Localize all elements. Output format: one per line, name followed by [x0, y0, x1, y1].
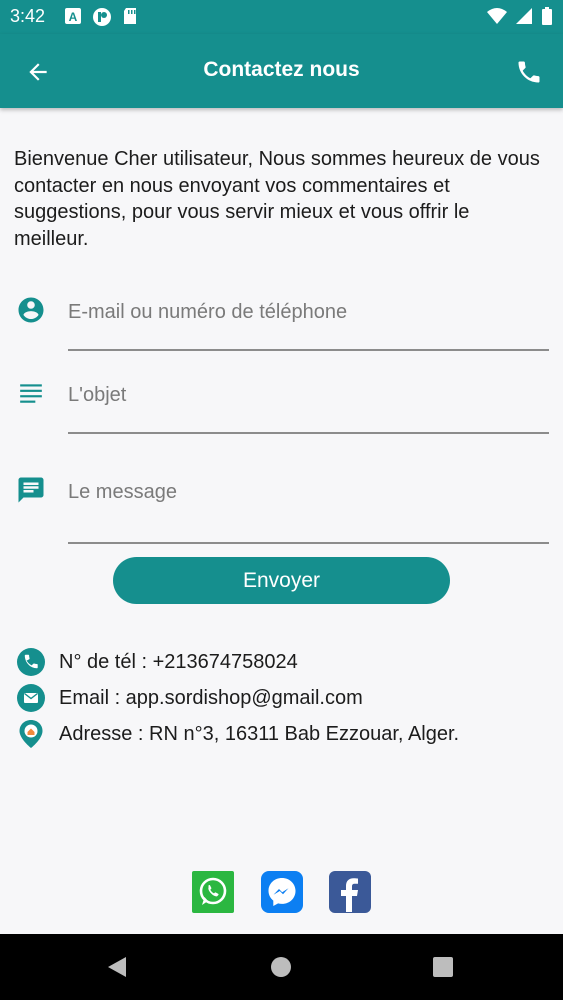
whatsapp-icon [199, 877, 227, 905]
a-badge-icon: A [65, 8, 81, 24]
status-time: 3:42 [10, 6, 46, 26]
contact-email-row: Email : app.sordishop@gmail.com [16, 683, 363, 713]
message-icon [14, 473, 48, 507]
contact-input[interactable] [68, 298, 549, 326]
phone-number-text: N° de tél : +213674758024 [59, 650, 298, 673]
message-input-underline [68, 542, 549, 544]
contact-input-underline [68, 349, 549, 351]
subject-input-underline [68, 432, 549, 434]
nav-home-button[interactable] [268, 954, 294, 980]
email-text: Email : app.sordishop@gmail.com [59, 686, 363, 709]
phone-icon [518, 61, 540, 83]
account-circle-icon [14, 293, 48, 327]
messenger-icon [268, 878, 296, 906]
home-circle-icon [271, 957, 291, 977]
subject-input[interactable] [68, 381, 549, 409]
facebook-button[interactable] [329, 871, 371, 913]
p-badge-icon [93, 8, 111, 26]
status-bar: 3:42 A [0, 0, 563, 34]
facebook-icon [341, 878, 358, 912]
page-title: Contactez nous [203, 58, 360, 81]
app-bar: Contactez nous [0, 34, 563, 108]
sd-card-icon [124, 8, 136, 24]
wifi-icon [487, 8, 507, 24]
welcome-message: Bienvenue Cher utilisateur, Nous sommes … [14, 148, 540, 250]
call-button[interactable] [509, 52, 549, 92]
svg-text:A: A [69, 10, 78, 24]
notification-icons: A [64, 7, 138, 27]
phone-circle-icon [16, 647, 46, 677]
system-icons [487, 7, 553, 25]
email-circle-icon [16, 683, 46, 713]
recents-square-icon [433, 957, 453, 977]
signal-icon [516, 8, 532, 24]
send-button[interactable]: Envoyer [113, 557, 450, 604]
subject-lines-icon [14, 376, 48, 410]
contact-phone-row: N° de tél : +213674758024 [16, 647, 298, 677]
nav-back-button[interactable] [104, 954, 130, 980]
nav-recents-button[interactable] [430, 954, 456, 980]
system-nav-bar [0, 934, 563, 1000]
messenger-button[interactable] [261, 871, 303, 913]
address-text: Adresse : RN n°3, 16311 Bab Ezzouar, Alg… [59, 722, 460, 745]
whatsapp-button[interactable] [192, 871, 234, 913]
message-input[interactable] [68, 478, 549, 506]
contact-address-row: Adresse : RN n°3, 16311 Bab Ezzouar, Alg… [16, 719, 459, 749]
location-pin-icon [16, 719, 46, 749]
back-triangle-icon [108, 957, 126, 977]
battery-icon [542, 7, 552, 25]
